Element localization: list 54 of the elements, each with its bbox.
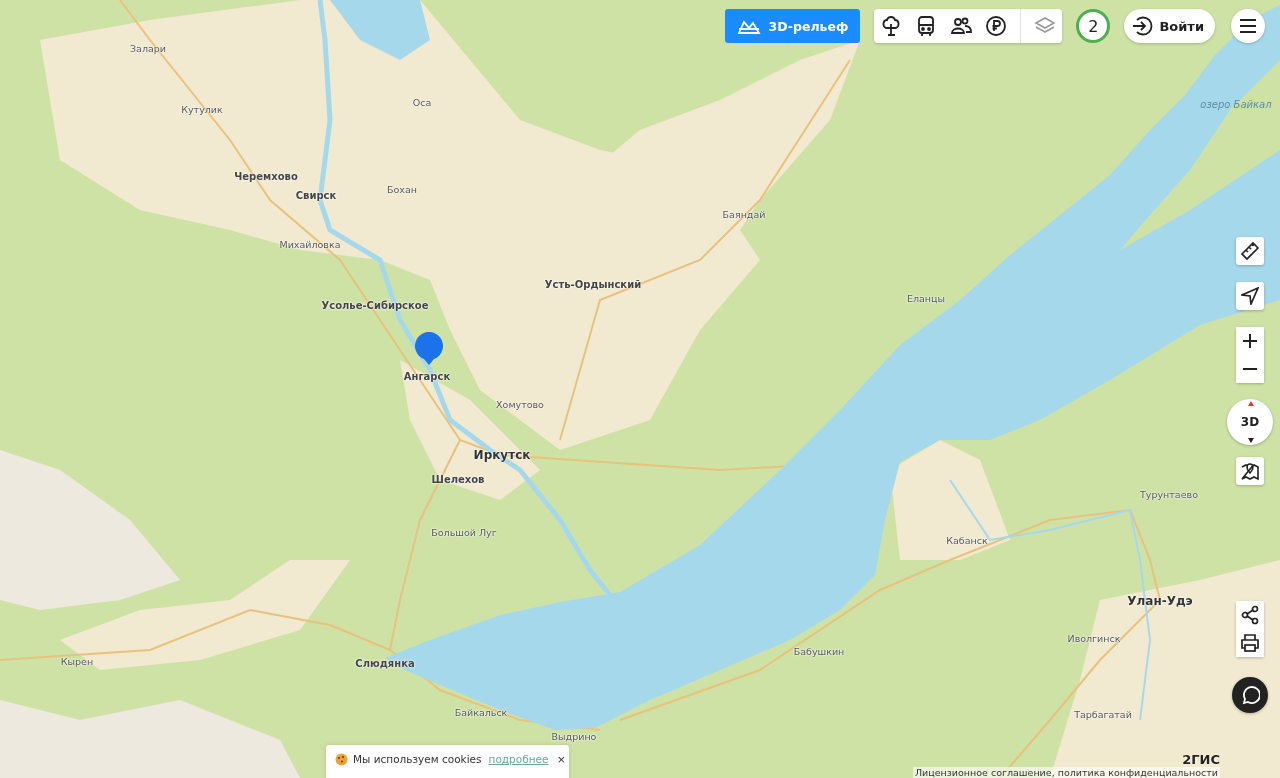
- place-label[interactable]: Ангарск: [403, 370, 451, 382]
- place-label[interactable]: Шелехов: [431, 473, 485, 485]
- place-label[interactable]: Усолье-Сибирское: [321, 299, 429, 311]
- printer-icon: [1240, 633, 1260, 653]
- place-label[interactable]: Еланцы: [906, 292, 946, 304]
- sign-in-icon: [1131, 15, 1154, 37]
- ruble-icon[interactable]: [985, 15, 1008, 37]
- close-button[interactable]: ×: [557, 753, 566, 766]
- legal-links[interactable]: Лицензионное соглашение, политика конфиденциальности: [912, 767, 1220, 778]
- place-label[interactable]: Кырен: [60, 655, 94, 667]
- chat-icon: [1240, 685, 1260, 705]
- place-label[interactable]: Бабушкин: [793, 645, 845, 657]
- brand-logo: 2ГИС: [1182, 752, 1220, 767]
- place-label[interactable]: Черемхово: [234, 170, 298, 182]
- my-location-button[interactable]: [1236, 282, 1264, 310]
- people-icon[interactable]: [950, 15, 973, 37]
- place-label[interactable]: Тарбагатай: [1074, 708, 1132, 720]
- place-label[interactable]: Баяндай: [722, 208, 766, 220]
- place-label[interactable]: Выдрино: [551, 730, 597, 742]
- place-label[interactable]: Оса: [412, 96, 432, 108]
- login-button[interactable]: Войти: [1124, 9, 1215, 43]
- place-label[interactable]: Михайловка: [279, 238, 341, 250]
- place-label[interactable]: Кутулик: [181, 103, 223, 115]
- zoom-out-button[interactable]: [1236, 355, 1264, 383]
- ruler-button[interactable]: [1236, 237, 1264, 265]
- print-button[interactable]: [1236, 629, 1264, 657]
- share-icon: [1240, 605, 1260, 625]
- place-label[interactable]: Залари: [130, 42, 166, 54]
- ruler-icon: [1240, 241, 1260, 261]
- place-label[interactable]: Усть-Ордынский: [544, 278, 642, 290]
- place-label[interactable]: Свирск: [295, 189, 337, 201]
- cookie-icon: [335, 753, 348, 766]
- map-pin-icon: [1240, 461, 1260, 481]
- place-label[interactable]: Байкальск: [454, 706, 508, 718]
- place-label[interactable]: Бохан: [387, 183, 417, 195]
- place-label[interactable]: Хомутово: [496, 398, 544, 410]
- zoom-in-button[interactable]: [1236, 327, 1264, 355]
- share-button[interactable]: [1236, 601, 1264, 629]
- south-arrow-icon: [1248, 438, 1254, 443]
- map-pins-button[interactable]: [1236, 457, 1264, 485]
- place-label[interactable]: Иркутск: [473, 448, 531, 462]
- place-label[interactable]: Иволгинск: [1067, 632, 1121, 644]
- location-pin-icon[interactable]: [414, 332, 444, 366]
- cookie-notice-text: Мы используем cookies: [353, 753, 482, 765]
- place-label[interactable]: Слюдянка: [355, 657, 415, 669]
- navigation-arrow-icon: [1241, 287, 1259, 305]
- menu-icon: [1239, 19, 1257, 33]
- place-label[interactable]: Улан-Удэ: [1127, 594, 1193, 608]
- zoom-in-icon: [1242, 333, 1258, 349]
- place-label[interactable]: Большой Луг: [431, 526, 497, 538]
- north-arrow-icon: [1248, 401, 1254, 406]
- place-label[interactable]: Кабанск: [946, 534, 988, 546]
- relief-3d-button[interactable]: 3D-рельеф: [724, 9, 861, 43]
- place-label[interactable]: Турунтаево: [1140, 488, 1198, 500]
